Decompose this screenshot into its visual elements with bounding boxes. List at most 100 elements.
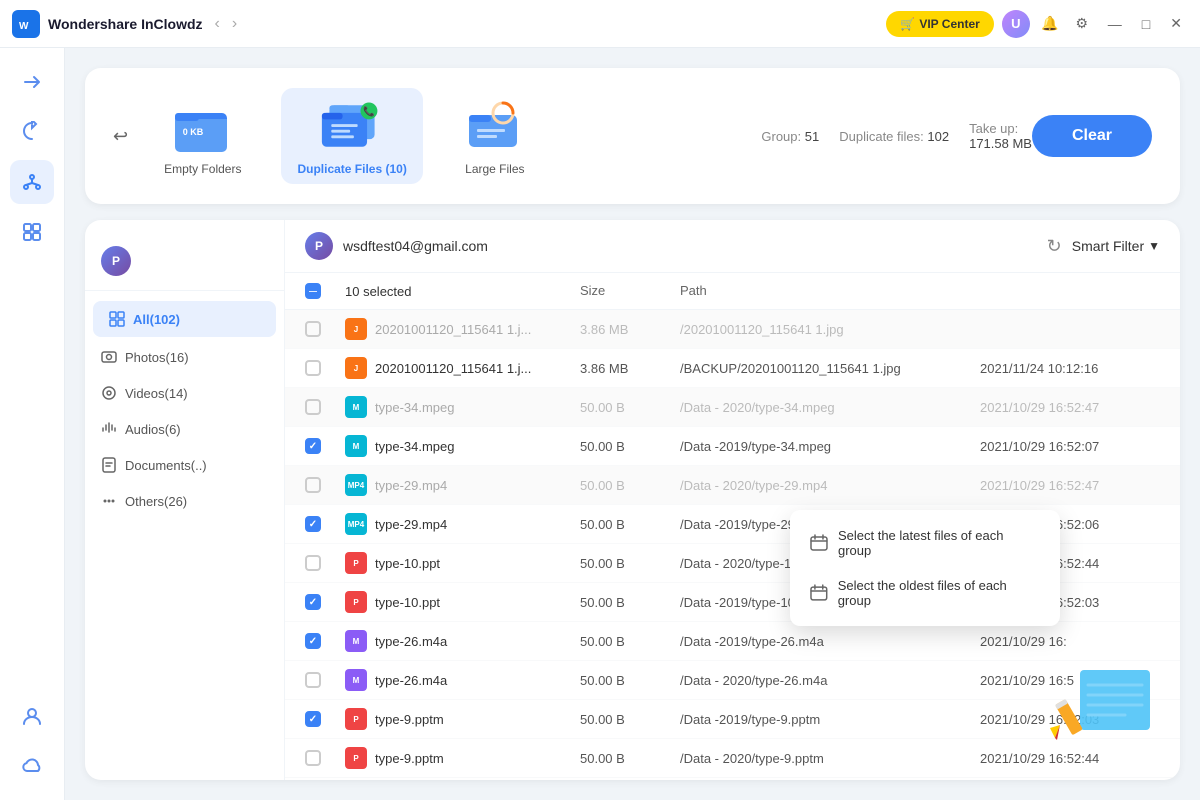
back-button[interactable]: ↩ (113, 126, 128, 147)
file-name: P type-9.pptm (345, 708, 580, 730)
file-type-icon: P (345, 591, 367, 613)
sidebar-item-transfer[interactable] (10, 60, 54, 104)
user-avatar[interactable]: U (1002, 10, 1030, 38)
table-row[interactable]: M type-34.mpeg 50.00 B /Data -2019/type-… (285, 427, 1180, 466)
file-date: 2021/11/24 10:12:16 (980, 361, 1160, 376)
sidebar-item-sync[interactable] (10, 110, 54, 154)
table-row[interactable]: J 20201001120_115641 1.j... 3.86 MB /BAC… (285, 349, 1180, 388)
file-name-text: type-26.m4a (375, 634, 447, 649)
row-checkbox[interactable] (305, 360, 345, 376)
sidebar-item-apps[interactable] (10, 210, 54, 254)
photos-icon (101, 349, 117, 365)
table-row[interactable]: P type-9.pptm 50.00 B /Data - 2020/type-… (285, 739, 1180, 778)
documents-icon (101, 457, 117, 473)
row-checkbox[interactable] (305, 438, 345, 454)
account-email: wsdftest04@gmail.com (343, 238, 488, 254)
category-list: All(102) Photos(16) (85, 291, 284, 527)
row-checkbox[interactable] (305, 672, 345, 688)
file-checkbox[interactable] (305, 399, 321, 415)
category-audios-label: Audios(6) (125, 422, 181, 437)
date-header (980, 283, 1160, 299)
dropdown-oldest[interactable]: Select the oldest files of each group (798, 568, 1052, 618)
file-checkbox[interactable] (305, 633, 321, 649)
file-name-text: type-34.mpeg (375, 400, 455, 415)
main-layout: ↩ 0 KB Empty Folders (0, 48, 1200, 800)
tool-empty-folders[interactable]: 0 KB Empty Folders (148, 88, 257, 184)
vip-center-button[interactable]: 🛒 VIP Center (886, 11, 993, 37)
file-name: MP4 type-29.mp4 (345, 513, 580, 535)
file-checkbox[interactable] (305, 711, 321, 727)
category-audios[interactable]: Audios(6) (85, 411, 284, 447)
table-row[interactable]: M type-34.mpeg 50.00 B /Data - 2020/type… (285, 388, 1180, 427)
dropdown-latest[interactable]: Select the latest files of each group (798, 518, 1052, 568)
category-all-label: All(102) (133, 312, 180, 327)
row-checkbox[interactable] (305, 594, 345, 610)
file-path: /Data -2019/type-9.pptm (680, 712, 980, 727)
row-checkbox[interactable] (305, 633, 345, 649)
row-checkbox[interactable] (305, 477, 345, 493)
file-checkbox[interactable] (305, 516, 321, 532)
file-date: 2021/10/29 16:52:07 (980, 439, 1160, 454)
row-checkbox[interactable] (305, 399, 345, 415)
svg-text:0 KB: 0 KB (183, 127, 204, 137)
sidebar (0, 48, 65, 800)
selected-count: 10 selected (345, 283, 580, 299)
category-others[interactable]: Others(26) (85, 483, 284, 519)
file-checkbox[interactable] (305, 672, 321, 688)
sidebar-item-manage[interactable] (10, 160, 54, 204)
svg-text:📞: 📞 (363, 105, 375, 118)
file-checkbox[interactable] (305, 477, 321, 493)
row-checkbox[interactable] (305, 516, 345, 532)
file-path: /Data - 2020/type-9.pptm (680, 751, 980, 766)
category-all[interactable]: All(102) (93, 301, 276, 337)
file-checkbox[interactable] (305, 321, 321, 337)
maximize-button[interactable]: □ (1136, 16, 1156, 32)
refresh-button[interactable]: ↻ (1047, 236, 1062, 257)
stats-area: Group: 51 Duplicate files: 102 Take up: … (761, 121, 1032, 151)
sidebar-item-cloud[interactable] (10, 744, 54, 788)
row-checkbox[interactable] (305, 711, 345, 727)
file-checkbox[interactable] (305, 438, 321, 454)
tool-duplicate-files[interactable]: 📞 Duplicate Files (10) (281, 88, 422, 184)
file-path: /Data - 2020/type-29.mp4 (680, 478, 980, 493)
notification-icon[interactable]: 🔔 (1038, 12, 1062, 36)
category-videos[interactable]: Videos(14) (85, 375, 284, 411)
file-date: 2021/10/29 16:52:47 (980, 400, 1160, 415)
tool-large-files[interactable]: Large Files (447, 88, 543, 184)
sidebar-item-account[interactable] (10, 694, 54, 738)
file-name: P type-10.ppt (345, 591, 580, 613)
file-date: 2021/10/29 16:52:47 (980, 478, 1160, 493)
forward-nav[interactable]: › (228, 13, 241, 35)
back-nav[interactable]: ‹ (211, 13, 224, 35)
table-row[interactable]: M type-26.m4a 50.00 B /Data -2019/type-2… (285, 622, 1180, 661)
duplicate-files-icon-wrap: 📞 (320, 96, 384, 156)
category-documents[interactable]: Documents(..) (85, 447, 284, 483)
titlebar-right: 🛒 VIP Center U 🔔 ⚙ — □ ✕ (886, 10, 1188, 38)
all-icon (109, 311, 125, 327)
file-checkbox[interactable] (305, 750, 321, 766)
file-path: /BACKUP/20201001120_115641 1.jpg (680, 361, 980, 376)
table-header: 10 selected Size Path (285, 273, 1180, 310)
file-size: 50.00 B (580, 751, 680, 766)
file-date: 2021/10/29 16:5 (980, 673, 1160, 688)
smart-filter-button[interactable]: Smart Filter ▼ (1072, 238, 1160, 254)
file-checkbox[interactable] (305, 360, 321, 376)
minimize-button[interactable]: — (1102, 16, 1128, 32)
close-button[interactable]: ✕ (1164, 15, 1188, 32)
select-all-checkbox[interactable] (305, 283, 321, 299)
settings-icon[interactable]: ⚙ (1070, 12, 1094, 36)
table-row[interactable]: MP4 type-29.mp4 50.00 B /Data - 2020/typ… (285, 466, 1180, 505)
table-row[interactable]: P type-9.pptm 50.00 B /Data -2019/type-9… (285, 700, 1180, 739)
file-name: M type-26.m4a (345, 630, 580, 652)
table-row[interactable]: J 20201001120_115641 1.j... 3.86 MB /202… (285, 310, 1180, 349)
file-checkbox[interactable] (305, 594, 321, 610)
category-photos[interactable]: Photos(16) (85, 339, 284, 375)
row-checkbox[interactable] (305, 555, 345, 571)
file-checkbox[interactable] (305, 555, 321, 571)
path-header: Path (680, 283, 980, 299)
row-checkbox[interactable] (305, 321, 345, 337)
account-avatar-right: P (305, 232, 333, 260)
row-checkbox[interactable] (305, 750, 345, 766)
table-row[interactable]: M type-26.m4a 50.00 B /Data - 2020/type-… (285, 661, 1180, 700)
clear-button[interactable]: Clear (1032, 115, 1152, 157)
